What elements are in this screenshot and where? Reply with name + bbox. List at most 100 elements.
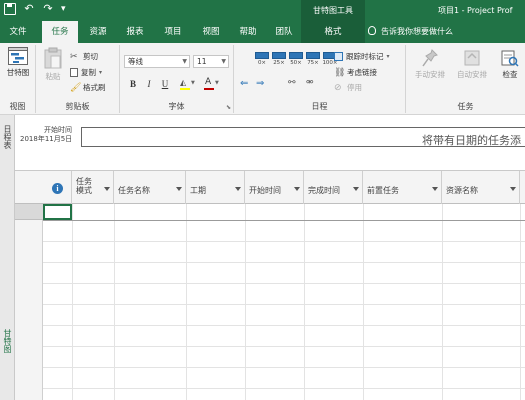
link-tasks-button[interactable]: ⚯: [288, 78, 296, 88]
filter-dropdown-icon[interactable]: [353, 187, 359, 191]
indent-button[interactable]: ⇒: [256, 78, 264, 89]
chevron-down-icon: ▼: [221, 58, 226, 65]
tab-report[interactable]: 报表: [121, 21, 149, 43]
column-header-label: 开始时间: [249, 186, 281, 195]
filter-dropdown-icon[interactable]: [235, 187, 241, 191]
column-header-predecessors[interactable]: 前置任务: [363, 171, 442, 204]
font-name-select[interactable]: 等线 ▼: [124, 55, 190, 68]
link-icon: ⛓: [334, 67, 346, 78]
column-header-task-mode[interactable]: 任务模式: [72, 171, 114, 204]
dialog-launcher-icon[interactable]: ⬊: [226, 104, 231, 111]
filter-dropdown-icon[interactable]: [510, 187, 516, 191]
column-divider: [245, 204, 246, 400]
indicators-column-header[interactable]: i: [43, 171, 72, 204]
timeline-pane: 日程表 开始时间 2018年11月5日 将带有日期的任务添: [0, 115, 525, 171]
font-size-select[interactable]: 11 ▼: [193, 55, 229, 68]
font-color-letter: A: [205, 77, 212, 87]
ribbon-tab-bar: 文件 任务 资源 报表 项目 视图 帮助 团队 格式 告诉我你想要做什么: [0, 21, 525, 43]
scissors-icon: ✂: [70, 51, 78, 62]
percent-0-label: 0×: [257, 60, 267, 66]
active-cell[interactable]: [43, 204, 72, 220]
mark-on-track-button[interactable]: 跟踪时标记 ▾: [334, 51, 390, 62]
save-icon[interactable]: [4, 3, 16, 15]
manual-schedule-button[interactable]: 手动安排: [410, 49, 450, 80]
calendar-check-icon: [334, 52, 343, 61]
column-header-finish[interactable]: 完成时间: [304, 171, 363, 204]
percent-75-button[interactable]: 75×: [305, 52, 321, 70]
column-divider: [363, 204, 364, 400]
auto-schedule-button[interactable]: 自动安排: [452, 49, 492, 80]
tab-team[interactable]: 团队: [270, 21, 298, 43]
timeline-side-bar: 日程表: [0, 115, 15, 171]
font-size-value: 11: [197, 57, 207, 66]
percent-50-button[interactable]: 50×: [288, 52, 304, 70]
respect-links-button[interactable]: ⛓ 考虑链接: [334, 67, 377, 78]
percent-bar-icon: [306, 52, 320, 59]
gantt-side-label: 甘特图: [3, 329, 12, 353]
paste-icon: [44, 47, 62, 69]
paste-label: 粘贴: [45, 72, 61, 81]
tell-me-text: 告诉我你想要做什么: [381, 27, 453, 36]
column-header-duration[interactable]: 工期: [186, 171, 245, 204]
context-tab-group-label: 甘特图工具: [301, 0, 365, 21]
filter-dropdown-icon[interactable]: [432, 187, 438, 191]
ribbon: 甘特图 视图 粘贴 ✂ 剪切 复制 ▾ 🖌 格式刷 剪贴板 等线 ▼ 11 ▼ …: [0, 43, 525, 115]
view-group-label: 视图: [9, 102, 26, 111]
timeline-bar[interactable]: 将带有日期的任务添: [81, 127, 525, 147]
column-header-resource-names[interactable]: 资源名称: [442, 171, 520, 204]
underline-button[interactable]: U: [159, 78, 171, 90]
highlighter-icon: ◭: [180, 78, 187, 87]
row-divider: [43, 367, 525, 368]
gantt-chart-button[interactable]: 甘特图: [3, 47, 33, 78]
inactivate-icon: ⊘: [334, 82, 342, 93]
column-header-start[interactable]: 开始时间: [245, 171, 304, 204]
info-icon: i: [52, 183, 63, 194]
redo-icon[interactable]: ↷: [42, 3, 54, 15]
tab-project[interactable]: 项目: [159, 21, 187, 43]
inspect-button[interactable]: 检查: [496, 49, 524, 80]
highlight-color-button[interactable]: ◭ ▼: [180, 78, 196, 90]
tab-view[interactable]: 视图: [197, 21, 225, 43]
font-color-button[interactable]: A ▼: [204, 77, 220, 90]
percent-25-button[interactable]: 25×: [271, 52, 287, 70]
grid-body[interactable]: [43, 204, 525, 400]
tab-resource[interactable]: 资源: [84, 21, 112, 43]
auto-schedule-icon: [464, 50, 480, 66]
paste-button[interactable]: 粘贴: [40, 47, 66, 82]
row-divider: [43, 283, 525, 284]
tab-task[interactable]: 任务: [42, 21, 78, 43]
copy-button[interactable]: 复制 ▾: [70, 67, 102, 78]
undo-icon[interactable]: ↶: [23, 3, 35, 15]
customize-qat-icon[interactable]: ▾: [61, 3, 73, 15]
tab-file[interactable]: 文件: [4, 21, 32, 43]
tab-help[interactable]: 帮助: [234, 21, 262, 43]
tasks-group: 手动安排 自动安排 检查 任务: [406, 45, 525, 113]
column-divider: [72, 204, 73, 400]
filter-dropdown-icon[interactable]: [104, 187, 110, 191]
column-header-task-name[interactable]: 任务名称: [114, 171, 186, 204]
title-bar: ↶ ↷ ▾ 甘特图工具 项目1 - Project Prof: [0, 0, 525, 21]
format-painter-label: 格式刷: [83, 83, 106, 92]
inactivate-button[interactable]: ⊘ 停用: [334, 82, 362, 93]
copy-dropdown-icon[interactable]: ▾: [99, 69, 102, 76]
highlight-swatch: [180, 88, 190, 90]
filter-dropdown-icon[interactable]: [176, 187, 182, 191]
outdent-button[interactable]: ⇐: [240, 78, 248, 89]
bold-button[interactable]: B: [127, 78, 139, 90]
percent-bar-icon: [255, 52, 269, 59]
filter-dropdown-icon[interactable]: [294, 187, 300, 191]
chevron-down-icon: ▾: [386, 53, 390, 60]
schedule-group: 0× 25× 50× 75× 100× ⇐ ⇒ ⚯ ⚮ 跟踪时标记 ▾ ⛓ 考虑…: [234, 45, 406, 113]
italic-button[interactable]: I: [143, 78, 155, 90]
cut-button[interactable]: ✂ 剪切: [70, 51, 98, 62]
percent-0-button[interactable]: 0×: [254, 52, 270, 70]
column-divider: [114, 204, 115, 400]
row-header-selected[interactable]: [15, 204, 43, 220]
column-header-label: 资源名称: [446, 186, 478, 195]
copy-label: 复制: [81, 68, 96, 77]
tab-format[interactable]: 格式: [301, 21, 365, 43]
tell-me-search[interactable]: 告诉我你想要做什么: [368, 21, 453, 43]
unlink-tasks-button[interactable]: ⚮: [306, 78, 314, 88]
format-painter-button[interactable]: 🖌 格式刷: [70, 82, 106, 93]
view-side-bar: 甘特图: [0, 171, 15, 400]
